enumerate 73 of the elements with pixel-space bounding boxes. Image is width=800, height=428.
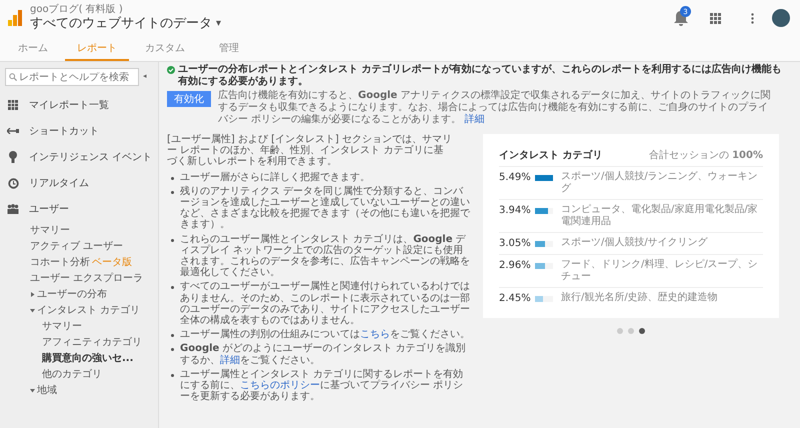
- sidebar-item[interactable]: アクティブ ユーザー: [0, 238, 158, 254]
- sidebar-item-label[interactable]: ユーザーの分布: [37, 287, 107, 301]
- intro-paragraph: [ユーザー属性] および [インタレスト] セクションでは、サマリー レポートのほか、年齢、性別、インタレスト カテゴリに基づく新しいレポートを利用できます。: [167, 134, 453, 168]
- more-options-icon[interactable]: [751, 12, 754, 24]
- bullet-icon: [171, 190, 174, 194]
- category-name: コンピュータ、電化製品/家庭用電化製品/家電関連用品: [561, 204, 759, 228]
- sidebar-item[interactable]: ユーザー: [29, 202, 69, 216]
- down-triangle-icon[interactable]: [30, 388, 35, 392]
- account-name[interactable]: gooブログ( 有料版 ): [30, 4, 222, 15]
- pager-dot[interactable]: [617, 328, 623, 334]
- sidebar-item[interactable]: ショートカット: [29, 124, 99, 138]
- details-link[interactable]: 詳細: [464, 114, 484, 125]
- percentage: 5.49%: [499, 172, 532, 183]
- clock-icon: [8, 178, 18, 188]
- sidebar-item-label[interactable]: 地域: [37, 383, 57, 397]
- down-triangle-icon[interactable]: [30, 308, 35, 312]
- sidebar-item[interactable]: インテリジェンス イベント: [29, 150, 152, 164]
- beta-label: ベータ版: [92, 256, 132, 269]
- bullet-text: ユーザー層がさらに詳しく把握できます。: [180, 172, 473, 183]
- sidebar-item[interactable]: マイレポート一覧: [29, 98, 109, 112]
- bullet-icon: [171, 374, 174, 377]
- sidebar-item[interactable]: サマリー: [0, 318, 158, 334]
- grid-icon: [8, 100, 18, 110]
- bar-chart-logo: [8, 10, 22, 26]
- text-link[interactable]: こちら: [360, 329, 390, 340]
- pager-dot[interactable]: [639, 328, 645, 334]
- category-name: スポーツ/個人競技/ランニング、ウォーキング: [561, 171, 759, 195]
- sidebar-item[interactable]: サマリー: [0, 222, 158, 238]
- search-icon: [9, 73, 17, 81]
- nav-tab[interactable]: ホーム: [5, 36, 61, 61]
- bullet-icon: [171, 286, 174, 290]
- card-heading: インタレスト カテゴリ: [499, 148, 602, 162]
- bullet-text: 残りのアナリティクス データを同じ属性で分類すると、コンバージョンを達成したユーザーと達成していないユーザーとの違いなど、さまざまな比較を把握できます（その他にも違いを把握できます）。: [180, 186, 473, 231]
- bullet-text: これらのユーザー属性とインタレスト カテゴリは、Google ディスプレイ ネットワーク上での広告のターゲット設定にも使用されます。これらのデータを参考に、広告キャンペーンの戦略を最適化してください。: [180, 234, 473, 278]
- right-triangle-icon[interactable]: [30, 292, 35, 296]
- sidebar-item[interactable]: リアルタイム: [29, 176, 89, 190]
- lightbulb-icon: [9, 151, 17, 163]
- sidebar-item[interactable]: 他のカテゴリ: [0, 366, 158, 382]
- bullet-icon: [171, 334, 174, 338]
- percentage: 2.45%: [499, 293, 532, 304]
- sessions-total: 合計セッションの 100%: [648, 148, 763, 162]
- category-name: スポーツ/個人競技/サイクリング: [561, 237, 708, 249]
- sidebar-item-label[interactable]: コホート分析: [30, 255, 90, 269]
- text-link[interactable]: こちらのポリシー: [240, 380, 320, 392]
- nav-tab[interactable]: カスタム: [133, 36, 197, 61]
- nav-tab[interactable]: 管理: [201, 36, 257, 61]
- check-circle-icon: [167, 66, 175, 74]
- notice-text: 広告向け機能を有効にすると、Google アナリティクスの標準設定で収集されるデータに加え、サイトのトラフィックに関するデータも収集できるようになります。なお、場合によっては広告向け機能を有効にする前に、ご自身のサイトのプライバシー ポリシーの編集が必要になることがあります。 詳細: [218, 90, 772, 126]
- sidebar-item[interactable]: アフィニティカテゴリ: [0, 334, 158, 350]
- sidebar-item[interactable]: 購買意向の強いセ...: [0, 350, 158, 366]
- property-selector[interactable]: すべてのウェブサイトのデータ ▾: [30, 16, 222, 32]
- pager-dot[interactable]: [628, 328, 634, 334]
- category-name: 旅行/観光名所/史跡、歴史的建造物: [561, 292, 718, 304]
- enable-button[interactable]: 有効化: [167, 91, 211, 107]
- bullet-text: すべてのユーザーがユーザー属性と関連付けられているわけではありません。そのため、このレポートに表示されているのは一部のユーザーのデータのみであり、サイトにアクセスしたユーザー全体の構成を表すものではありません。: [180, 281, 473, 326]
- bullet-text: ユーザー属性とインタレスト カテゴリに関するレポートを有効にする前に、こちらのポリシーに基づいてプライバシー ポリシーを更新する必要があります。: [180, 368, 473, 402]
- apps-grid-icon[interactable]: [710, 12, 721, 24]
- sidebar-item[interactable]: ユーザー エクスプローラ: [0, 270, 158, 286]
- bullet-text: Google がどのようにユーザーのインタレスト カテゴリを識別するか、詳細をご覧ください。: [180, 343, 473, 366]
- sidebar-item-label[interactable]: インタレスト カテゴリ: [37, 303, 140, 317]
- notice-heading: ユーザーの分布レポートとインタレスト カテゴリレポートが有効になっていますが、これらのレポートを利用するには広告向け機能も有効にする必要があります。: [178, 64, 782, 88]
- text-link[interactable]: 詳細: [220, 354, 240, 366]
- bullet-icon: [171, 238, 174, 242]
- avatar[interactable]: [772, 9, 790, 27]
- arrow-icon: [7, 128, 19, 134]
- percentage: 3.94%: [499, 205, 532, 216]
- percentage: 3.05%: [499, 238, 532, 249]
- category-name: フード、ドリンク/料理、レシピ/スープ、シチュー: [561, 259, 759, 283]
- bullet-icon: [171, 348, 174, 352]
- percentage: 2.96%: [499, 260, 532, 271]
- bullet-text: ユーザー属性の判別の仕組みについてはこちら をご覧ください。: [180, 329, 473, 340]
- people-icon: [7, 204, 19, 214]
- bullet-icon: [171, 176, 174, 180]
